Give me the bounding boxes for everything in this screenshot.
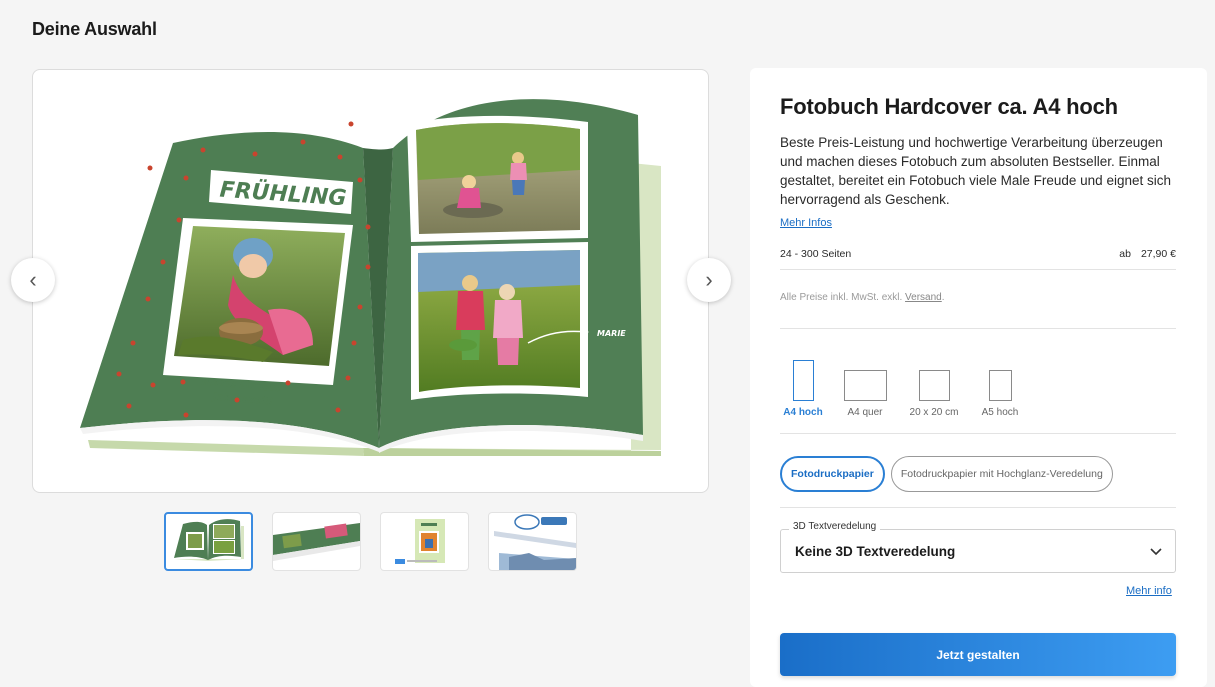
chevron-right-icon: › <box>705 267 713 292</box>
more-info-link[interactable]: Mehr Infos <box>780 217 832 229</box>
thumbnail-quality-seal[interactable] <box>488 512 577 571</box>
price-prefix: ab <box>1119 248 1131 260</box>
pages-price-row: 24 - 300 Seiten ab 27,90 € <box>780 248 1176 260</box>
divider <box>780 433 1176 434</box>
divider <box>780 507 1176 508</box>
select-value: Keine 3D Textveredelung <box>795 544 956 559</box>
gallery-thumbnails <box>164 512 577 571</box>
format-square-icon <box>918 370 950 401</box>
price: ab 27,90 € <box>1119 248 1176 260</box>
divider <box>780 269 1176 270</box>
thumbnail-open-book[interactable] <box>164 512 253 571</box>
open-book-thumbnail-image <box>174 519 244 561</box>
select-label: 3D Textveredelung <box>789 521 881 532</box>
gallery-prev-button[interactable]: ‹ <box>11 258 55 302</box>
format-label: A4 quer <box>847 407 883 418</box>
vat-suffix: . <box>941 292 945 303</box>
section-title: Deine Auswahl <box>32 19 157 39</box>
chevron-left-icon: ‹ <box>29 267 37 292</box>
quality-seal-thumbnail-image <box>494 514 576 570</box>
start-design-button[interactable]: Jetzt gestalten <box>780 633 1176 676</box>
thumbnail-book-cover[interactable] <box>380 512 469 571</box>
format-a5-portrait[interactable]: A5 hoch <box>974 360 1026 418</box>
format-a4-portrait[interactable]: A4 hoch <box>780 360 826 418</box>
format-square-20x20[interactable]: 20 x 20 cm <box>904 360 964 418</box>
book-cover-thumbnail-image <box>395 519 445 564</box>
divider <box>780 328 1176 329</box>
more-info-link-2[interactable]: Mehr info <box>1126 585 1172 597</box>
vat-note: Alle Preise inkl. MwSt. exkl. Versand. <box>780 292 945 303</box>
paper-selector: Fotodruckpapier Fotodruckpapier mit Hoch… <box>780 456 1113 492</box>
paper-option-photo[interactable]: Fotodruckpapier <box>780 456 885 492</box>
format-landscape-icon <box>843 370 887 401</box>
format-portrait-icon <box>792 360 814 401</box>
product-description: Beste Preis-Leistung und hochwertige Ver… <box>780 135 1171 207</box>
page-range: 24 - 300 Seiten <box>780 248 852 260</box>
format-label: 20 x 20 cm <box>909 407 959 418</box>
product-image-gallery: FRÜHLING meine Liebste Jahreszeit! MARIE <box>32 69 709 493</box>
format-label: A4 hoch <box>783 407 823 418</box>
gallery-next-button[interactable]: › <box>687 258 731 302</box>
format-portrait-small-icon <box>988 370 1012 401</box>
price-value: 27,90 € <box>1140 248 1176 260</box>
format-selector: A4 hoch A4 quer 20 x 20 cm A5 hoch <box>780 360 1026 418</box>
format-a4-landscape[interactable]: A4 quer <box>834 360 896 418</box>
paper-option-glossy[interactable]: Fotodruckpapier mit Hochglanz-Veredelung <box>890 456 1113 492</box>
format-label: A5 hoch <box>981 407 1019 418</box>
thumbnail-book-spine[interactable] <box>272 512 361 571</box>
book-spine-thumbnail-image <box>273 523 360 561</box>
select-box[interactable]: Keine 3D Textveredelung <box>780 529 1176 573</box>
page: Deine Auswahl FRÜHLING meine Liebste Jah… <box>9 9 1207 687</box>
text-finish-select[interactable]: Keine 3D Textveredelung 3D Textveredelun… <box>780 521 1176 573</box>
chevron-down-icon <box>1150 548 1162 556</box>
photobook-image: FRÜHLING meine Liebste Jahreszeit! MARIE <box>80 99 661 456</box>
book-name-label: MARIE <box>597 329 626 338</box>
shipping-link[interactable]: Versand <box>905 292 942 303</box>
vat-text: Alle Preise inkl. MwSt. exkl. <box>780 292 906 303</box>
product-title: Fotobuch Hardcover ca. A4 hoch <box>780 94 1118 119</box>
product-panel: Fotobuch Hardcover ca. A4 hoch Beste Pre… <box>750 68 1207 687</box>
